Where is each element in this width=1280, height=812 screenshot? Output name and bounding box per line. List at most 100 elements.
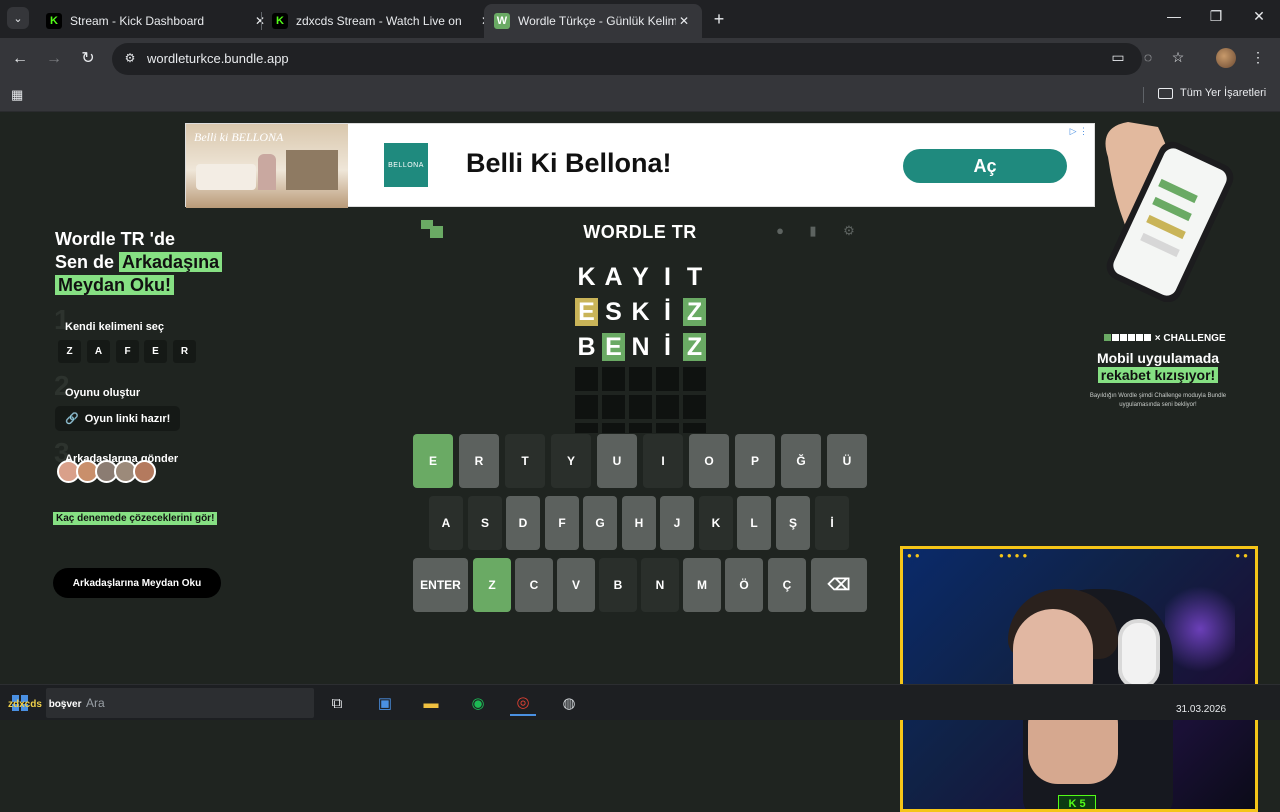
- tab-title: Wordle Türkçe - Günlük Kelime: [518, 14, 676, 28]
- cast-icon[interactable]: ▭: [1108, 49, 1128, 69]
- menu-kebab-icon[interactable]: ⋮: [1248, 49, 1268, 69]
- spotify-icon[interactable]: ◉: [465, 690, 491, 716]
- key-n[interactable]: N: [641, 558, 679, 612]
- new-tab-button[interactable]: +: [708, 8, 730, 30]
- key-c[interactable]: C: [515, 558, 553, 612]
- board-tile-empty: [629, 395, 652, 419]
- close-tab-icon[interactable]: ✕: [676, 14, 692, 28]
- ad-choices-icon[interactable]: ▷ ⋮: [1070, 126, 1088, 137]
- tab-kick-stream[interactable]: K zdxcds Stream - Watch Live on ✕: [262, 4, 504, 38]
- board-tile: S: [605, 297, 622, 326]
- board-tile-empty: [656, 423, 679, 433]
- tab-search-button[interactable]: ⌄: [7, 7, 29, 29]
- word-letter: E: [144, 340, 167, 363]
- key-u[interactable]: U: [597, 434, 637, 488]
- task-view-icon[interactable]: ⧉: [324, 690, 350, 716]
- key-m[interactable]: M: [683, 558, 721, 612]
- key-e[interactable]: E: [413, 434, 453, 488]
- key-v[interactable]: V: [557, 558, 595, 612]
- tab-kick-dashboard[interactable]: K Stream - Kick Dashboard ✕: [36, 4, 278, 38]
- stats-icon[interactable]: ▮: [805, 223, 821, 239]
- mobile-headline-2: rekabet kızışıyor!: [1097, 367, 1219, 383]
- key-f[interactable]: F: [545, 496, 579, 550]
- obs-icon[interactable]: ◍: [556, 690, 582, 716]
- site-info-icon[interactable]: ⚙: [122, 51, 138, 67]
- board-tile-empty: [683, 423, 706, 433]
- ad-image[interactable]: Belli ki BELLONA: [186, 124, 348, 208]
- backspace-icon[interactable]: ⌫: [811, 558, 867, 612]
- key-o[interactable]: O: [689, 434, 729, 488]
- settings-icon[interactable]: ⚙: [841, 223, 857, 239]
- key-g[interactable]: G: [583, 496, 617, 550]
- restore-button[interactable]: ❐: [1204, 8, 1228, 30]
- key-ö[interactable]: Ö: [725, 558, 763, 612]
- frame-dots: ●●: [1235, 551, 1251, 560]
- ad-cabinet: [286, 150, 338, 190]
- key-t[interactable]: T: [505, 434, 545, 488]
- board-tile-empty: [629, 367, 652, 391]
- reload-button[interactable]: ↻: [77, 48, 99, 70]
- address-bar[interactable]: ⚙ wordleturkce.bundle.app: [112, 43, 1142, 75]
- key-h[interactable]: H: [622, 496, 656, 550]
- key-b[interactable]: B: [599, 558, 637, 612]
- key-ç[interactable]: Ç: [768, 558, 806, 612]
- chrome-icon[interactable]: ◎: [510, 690, 536, 716]
- info-icon[interactable]: ●: [772, 223, 788, 239]
- webcam-light: [1165, 579, 1235, 679]
- kick-favicon-icon: K: [272, 13, 288, 29]
- board-tile: K: [577, 262, 596, 291]
- taskbar-search[interactable]: ⌕ Ara: [46, 688, 314, 718]
- key-ğ[interactable]: Ğ: [781, 434, 821, 488]
- eye-slash-icon[interactable]: ◌: [1138, 49, 1158, 69]
- key-y[interactable]: Y: [551, 434, 591, 488]
- key-ü[interactable]: Ü: [827, 434, 867, 488]
- minimize-button[interactable]: —: [1162, 8, 1186, 30]
- forward-button[interactable]: →: [43, 48, 65, 70]
- key-k[interactable]: K: [699, 496, 733, 550]
- profile-avatar[interactable]: [1216, 48, 1236, 68]
- app-store-icon[interactable]: ▣: [372, 690, 398, 716]
- file-explorer-icon[interactable]: ▬: [418, 690, 444, 716]
- link-icon: 🔗: [65, 413, 79, 425]
- promo-title-line2a: Sen de: [55, 252, 120, 272]
- all-bookmarks-button[interactable]: Tüm Yer İşaretleri: [1158, 87, 1266, 99]
- key-z[interactable]: Z: [473, 558, 511, 612]
- kick-badge-number: 5: [1079, 798, 1086, 810]
- close-window-button[interactable]: ✕: [1247, 8, 1271, 30]
- enter-key[interactable]: ENTER: [413, 558, 468, 612]
- key-i̇[interactable]: İ: [815, 496, 849, 550]
- board-tile-empty: [629, 423, 652, 433]
- key-p[interactable]: P: [735, 434, 775, 488]
- key-i[interactable]: I: [643, 434, 683, 488]
- tab-wordle[interactable]: W Wordle Türkçe - Günlük Kelime ✕: [484, 4, 702, 38]
- key-j[interactable]: J: [660, 496, 694, 550]
- plus-icon: +: [713, 8, 725, 29]
- apps-grid-icon[interactable]: ▦: [11, 87, 27, 103]
- challenge-friends-button[interactable]: Arkadaşlarına Meydan Oku: [53, 568, 221, 598]
- board-tile: T: [686, 262, 703, 291]
- url-text: wordleturkce.bundle.app: [147, 51, 289, 66]
- challenge-brand-text: CHALLENGE: [1163, 333, 1226, 344]
- back-button[interactable]: ←: [9, 48, 31, 70]
- board-tile: E: [602, 333, 625, 361]
- board-tile: İ: [664, 297, 671, 326]
- star-icon[interactable]: ☆: [1168, 49, 1188, 69]
- board-tile-empty: [656, 395, 679, 419]
- ad-banner[interactable]: Belli ki BELLONA BELLONA Belli Ki Bellon…: [185, 123, 1095, 208]
- ad-image-brand: Belli ki BELLONA: [194, 130, 284, 144]
- board-tile: K: [631, 297, 650, 326]
- key-s[interactable]: S: [468, 496, 502, 550]
- key-ş[interactable]: Ş: [776, 496, 810, 550]
- key-r[interactable]: R: [459, 434, 499, 488]
- ad-headline[interactable]: Belli Ki Bellona!: [466, 148, 672, 179]
- board-tile: E: [575, 298, 598, 326]
- game-link-text: Oyun linki hazır!: [84, 412, 171, 425]
- key-a[interactable]: A: [429, 496, 463, 550]
- wordle-logo-icon[interactable]: [421, 220, 443, 238]
- ad-logo[interactable]: BELLONA: [384, 143, 428, 187]
- key-d[interactable]: D: [506, 496, 540, 550]
- key-l[interactable]: L: [737, 496, 771, 550]
- taskbar-date: 31.03.2026: [1176, 704, 1227, 715]
- ad-open-button[interactable]: Aç: [903, 149, 1067, 183]
- board-tile-empty: [575, 367, 598, 391]
